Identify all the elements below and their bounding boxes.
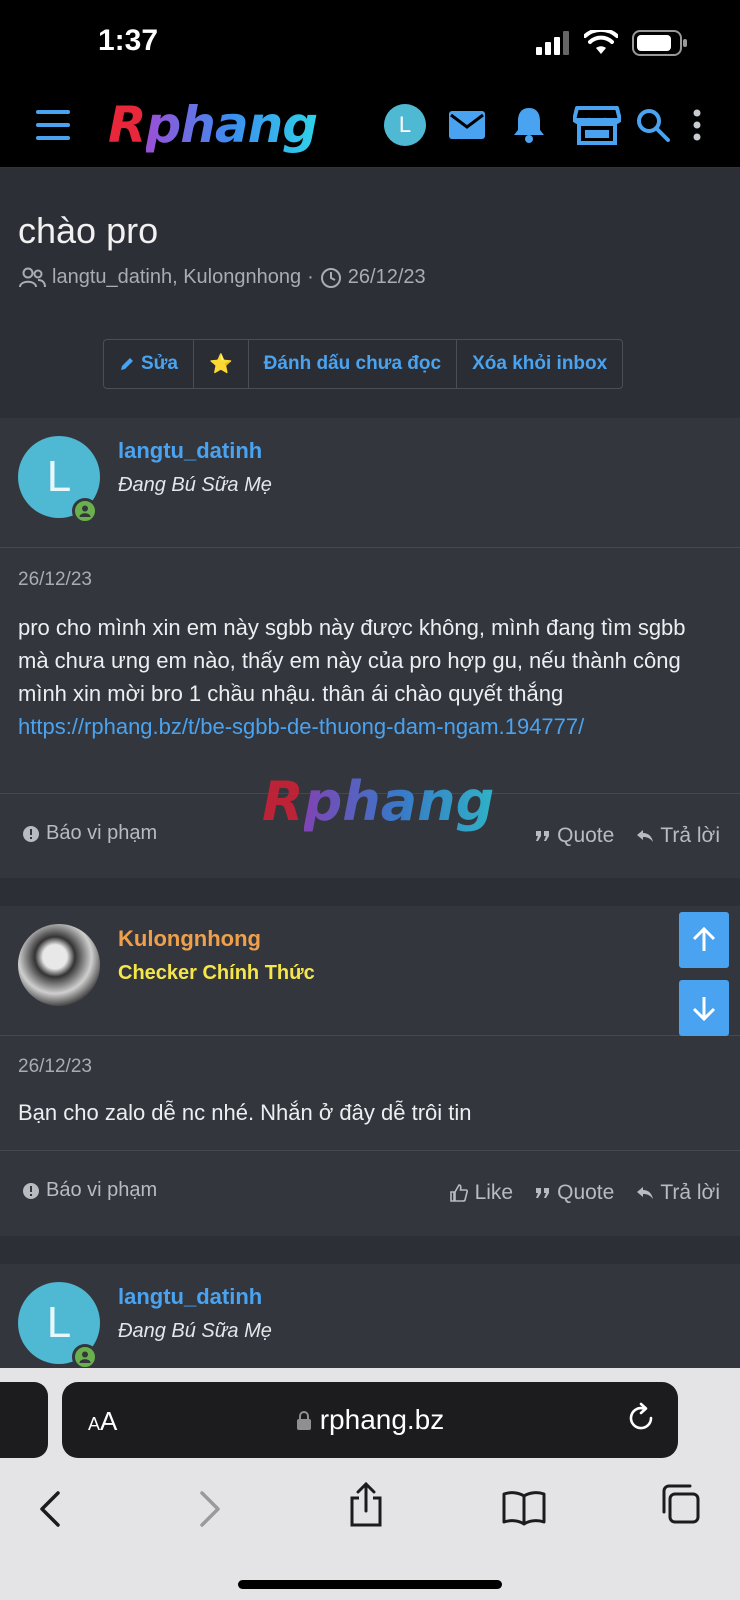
clock-icon bbox=[320, 267, 341, 288]
message-actions: Like Quote Trả lời bbox=[449, 1181, 720, 1205]
forward-icon[interactable] bbox=[198, 1490, 222, 1533]
alert-icon bbox=[23, 825, 39, 842]
message-header: L langtu_datinh Đang Bú Sữa Mẹ bbox=[0, 418, 740, 548]
reply-button[interactable]: Trả lời bbox=[636, 824, 720, 848]
message-header: L langtu_datinh Đang Bú Sữa Mẹ bbox=[0, 1264, 740, 1368]
message-actions: Quote Trả lời bbox=[535, 824, 720, 848]
thread-meta: langtu_datinh, Kulongnhong · 26/12/23 bbox=[18, 266, 426, 289]
previous-tab[interactable] bbox=[0, 1382, 48, 1458]
reply-icon bbox=[637, 1187, 654, 1199]
meta-separator: · bbox=[307, 266, 314, 288]
participants[interactable]: langtu_datinh, Kulongnhong bbox=[52, 266, 301, 289]
online-status-icon bbox=[72, 498, 98, 524]
quote-icon bbox=[536, 831, 550, 841]
author-name[interactable]: langtu_datinh bbox=[118, 438, 262, 464]
hamburger-icon[interactable] bbox=[36, 110, 70, 140]
author-name[interactable]: langtu_datinh bbox=[118, 1284, 262, 1310]
tabs-icon[interactable] bbox=[660, 1484, 700, 1529]
star-button[interactable]: ⭐ bbox=[194, 340, 249, 388]
like-button[interactable]: Like bbox=[449, 1181, 513, 1205]
avatar[interactable] bbox=[18, 924, 100, 1006]
arrow-down-icon bbox=[692, 997, 716, 1021]
scroll-up-button[interactable] bbox=[679, 912, 729, 968]
message-card: L langtu_datinh Đang Bú Sữa Mẹ bbox=[0, 1264, 740, 1368]
arrow-up-icon bbox=[692, 927, 716, 951]
reply-button[interactable]: Trả lời bbox=[636, 1181, 720, 1205]
address-bar[interactable]: AA rphang.bz bbox=[62, 1382, 678, 1458]
thread-actions: Sửa ⭐ Đánh dấu chưa đọc Xóa khỏi inbox bbox=[103, 339, 624, 389]
signal-icon bbox=[536, 31, 569, 55]
reply-icon bbox=[637, 830, 654, 842]
star-icon: ⭐ bbox=[209, 354, 233, 375]
mail-icon[interactable] bbox=[446, 104, 488, 146]
reload-icon[interactable] bbox=[626, 1402, 656, 1439]
message-text: Bạn cho zalo dễ nc nhé. Nhắn ở đây dễ tr… bbox=[18, 1100, 472, 1125]
like-icon bbox=[449, 1184, 468, 1202]
site-logo[interactable]: Rphang bbox=[108, 96, 318, 154]
wifi-icon bbox=[584, 30, 618, 54]
app-header: Rphang L bbox=[0, 86, 740, 168]
lock-icon bbox=[296, 1411, 311, 1430]
edit-button[interactable]: Sửa bbox=[104, 340, 194, 388]
quote-icon bbox=[536, 1188, 550, 1198]
pencil-icon bbox=[121, 358, 133, 370]
author-name[interactable]: Kulongnhong bbox=[118, 926, 261, 952]
more-vertical-icon[interactable] bbox=[682, 104, 712, 146]
user-title: Đang Bú Sữa Mẹ bbox=[118, 474, 272, 496]
bell-icon[interactable] bbox=[508, 104, 550, 146]
browser-chrome: AA rphang.bz bbox=[0, 1368, 740, 1600]
thread-title: chào pro bbox=[18, 210, 159, 251]
thread-date: 26/12/23 bbox=[347, 266, 426, 288]
battery-icon bbox=[632, 30, 687, 56]
home-indicator bbox=[238, 1580, 502, 1589]
user-title: Checker Chính Thức bbox=[118, 962, 315, 984]
message-footer: Báo vi phạm Like Quote Trả lời bbox=[0, 1150, 740, 1234]
browser-toolbar bbox=[0, 1481, 740, 1542]
quote-button[interactable]: Quote bbox=[535, 1181, 614, 1205]
message-text: pro cho mình xin em này sgbb này được kh… bbox=[18, 615, 686, 739]
store-icon[interactable] bbox=[572, 104, 622, 146]
message-header: Kulongnhong Checker Chính Thức bbox=[0, 906, 740, 1036]
share-icon[interactable] bbox=[348, 1481, 384, 1533]
status-icons bbox=[536, 30, 688, 56]
message-card: Kulongnhong Checker Chính Thức 26/12/23 … bbox=[0, 906, 740, 1236]
mark-unread-button[interactable]: Đánh dấu chưa đọc bbox=[249, 340, 458, 388]
user-title: Đang Bú Sữa Mẹ bbox=[118, 1320, 272, 1342]
users-icon bbox=[19, 267, 46, 287]
quote-button[interactable]: Quote bbox=[535, 824, 614, 848]
message-link[interactable]: https://rphang.bz/t/be-sgbb-de-thuong-da… bbox=[18, 714, 584, 739]
bookmarks-icon[interactable] bbox=[502, 1490, 546, 1531]
status-bar: 1:37 bbox=[0, 0, 740, 86]
url-display[interactable]: rphang.bz bbox=[62, 1404, 678, 1436]
alert-icon bbox=[23, 1182, 39, 1199]
online-status-icon bbox=[72, 1344, 98, 1368]
message-date: 26/12/23 bbox=[18, 569, 92, 590]
search-icon[interactable] bbox=[632, 104, 674, 146]
report-button[interactable]: Báo vi phạm bbox=[22, 1179, 157, 1202]
user-avatar[interactable]: L bbox=[384, 104, 426, 146]
message-date: 26/12/23 bbox=[18, 1056, 92, 1077]
back-icon[interactable] bbox=[38, 1490, 62, 1533]
report-button[interactable]: Báo vi phạm bbox=[22, 822, 157, 845]
remove-inbox-button[interactable]: Xóa khỏi inbox bbox=[457, 340, 622, 388]
watermark-logo: Rphang bbox=[262, 770, 495, 833]
status-time: 1:37 bbox=[98, 24, 159, 57]
scroll-down-button[interactable] bbox=[679, 980, 729, 1036]
